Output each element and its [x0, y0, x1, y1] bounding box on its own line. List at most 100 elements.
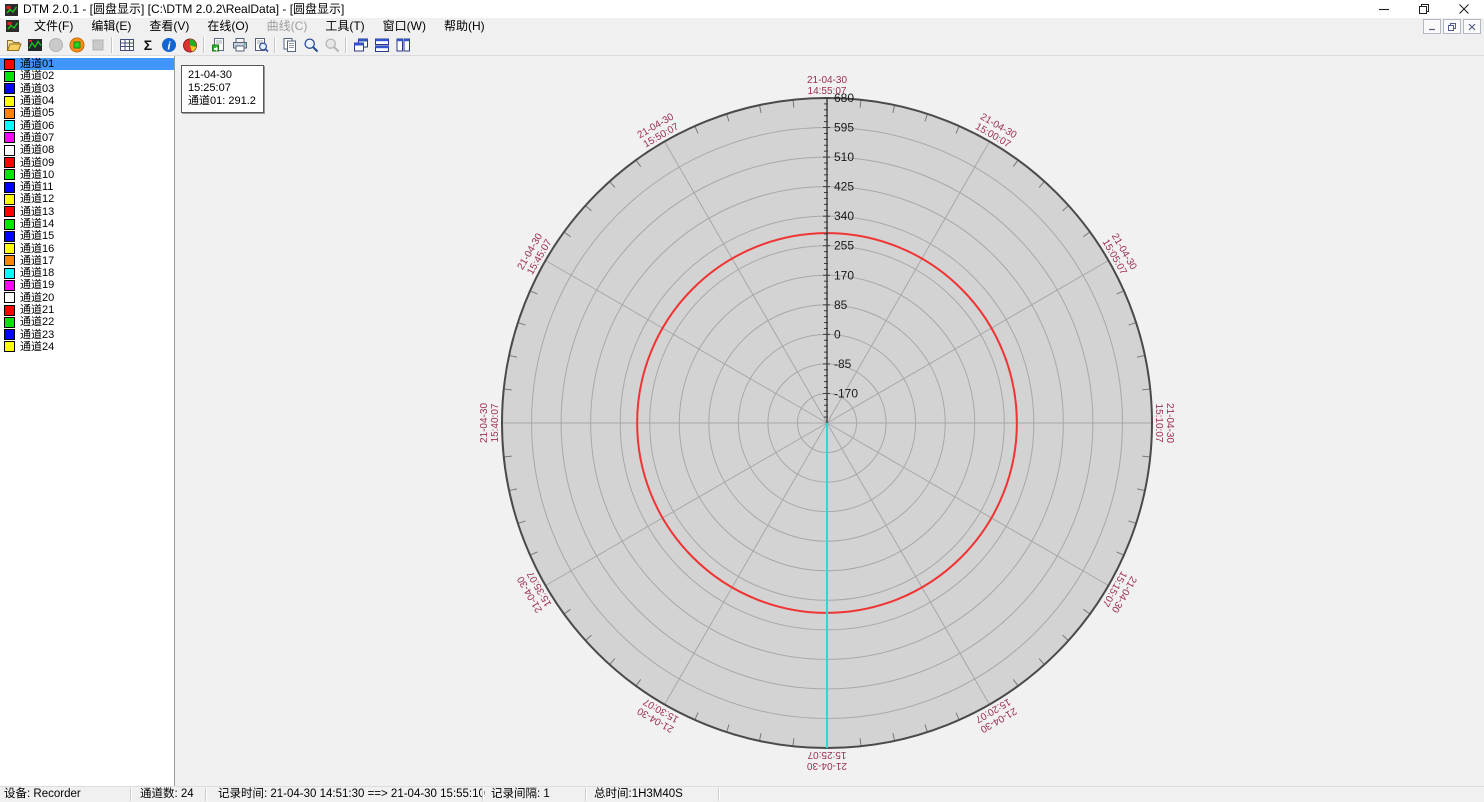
chart-area: -170-8508517025534042551059568021-04-301…	[175, 56, 1484, 787]
statistics-sigma-button[interactable]: Σ	[137, 35, 158, 54]
menu-item-6[interactable]: 工具(T)	[316, 18, 373, 34]
channel-color-swatch	[4, 292, 15, 303]
channel-list-item-19[interactable]: 通道19	[0, 279, 174, 291]
info-button[interactable]: i	[158, 35, 179, 54]
tooltip-time: 15:25:07	[188, 82, 256, 95]
close-button[interactable]	[1444, 0, 1484, 18]
channel-label: 通道04	[20, 95, 54, 107]
channel-list-item-15[interactable]: 通道15	[0, 230, 174, 242]
status-interval: 记录间隔: 1	[491, 787, 550, 802]
channel-label: 通道17	[20, 255, 54, 267]
online-stop-icon	[90, 37, 106, 53]
menu-item-2[interactable]: 编辑(E)	[82, 18, 140, 34]
channel-list-item-22[interactable]: 通道22	[0, 316, 174, 328]
channel-color-swatch	[4, 132, 15, 143]
channel-color-swatch	[4, 206, 15, 217]
channel-list-item-12[interactable]: 通道12	[0, 193, 174, 205]
svg-text:-170: -170	[834, 386, 858, 400]
menu-item-4[interactable]: 在线(O)	[198, 18, 257, 34]
channel-list-item-10[interactable]: 通道10	[0, 169, 174, 181]
channel-color-swatch	[4, 169, 15, 180]
window-tile-vertical-button[interactable]	[392, 35, 413, 54]
channel-label: 通道15	[20, 230, 54, 242]
export-icon	[211, 37, 227, 53]
app-icon	[5, 3, 18, 15]
status-divider	[585, 788, 586, 801]
online-record-button[interactable]	[66, 35, 87, 54]
print-button[interactable]	[229, 35, 250, 54]
window-cascade-icon	[353, 37, 369, 53]
statusbar: 设备: Recorder 通道数: 24 记录时间: 21-04-30 14:5…	[0, 786, 1484, 802]
toolbar-separator	[345, 37, 347, 53]
channel-color-swatch	[4, 83, 15, 94]
restore-button[interactable]	[1404, 0, 1444, 18]
channel-list-item-6[interactable]: 通道06	[0, 119, 174, 131]
main-area: 通道01通道02通道03通道04通道05通道06通道07通道08通道09通道10…	[0, 56, 1484, 787]
channel-list-item-8[interactable]: 通道08	[0, 144, 174, 156]
channel-list-item-24[interactable]: 通道24	[0, 341, 174, 353]
window-cascade-button[interactable]	[350, 35, 371, 54]
channel-list-item-14[interactable]: 通道14	[0, 218, 174, 230]
channel-list-item-11[interactable]: 通道11	[0, 181, 174, 193]
channel-color-swatch	[4, 120, 15, 131]
channel-color-swatch	[4, 231, 15, 242]
channel-list-item-13[interactable]: 通道13	[0, 206, 174, 218]
mdi-restore-icon	[1448, 23, 1456, 31]
open-file-button[interactable]	[3, 35, 24, 54]
menubar: 文件(F)编辑(E)查看(V)在线(O)曲线(C)工具(T)窗口(W)帮助(H)	[0, 18, 1484, 34]
channel-list-item-16[interactable]: 通道16	[0, 242, 174, 254]
channel-list-item-1[interactable]: 通道01	[0, 58, 174, 70]
curve-view-button[interactable]	[24, 35, 45, 54]
channel-list-item-23[interactable]: 通道23	[0, 329, 174, 341]
mdi-close-button[interactable]	[1463, 19, 1481, 34]
info-icon: i	[161, 37, 177, 53]
pie-chart-button[interactable]	[179, 35, 200, 54]
channel-list-item-4[interactable]: 通道04	[0, 95, 174, 107]
polar-chart: -170-8508517025534042551059568021-04-301…	[175, 56, 1483, 787]
channel-list-panel: 通道01通道02通道03通道04通道05通道06通道07通道08通道09通道10…	[0, 56, 175, 787]
mdi-minimize-button[interactable]	[1423, 19, 1441, 34]
channel-label: 通道14	[20, 218, 54, 230]
copy-button[interactable]	[279, 35, 300, 54]
channel-list-item-20[interactable]: 通道20	[0, 292, 174, 304]
export-button[interactable]	[208, 35, 229, 54]
channel-label: 通道18	[20, 267, 54, 279]
data-table-button[interactable]	[116, 35, 137, 54]
window-controls	[1364, 0, 1484, 18]
zoom-in-button[interactable]	[300, 35, 321, 54]
mdi-restore-button[interactable]	[1443, 19, 1461, 34]
data-table-icon	[119, 37, 135, 53]
menu-item-3[interactable]: 查看(V)	[140, 18, 198, 34]
channel-list-item-17[interactable]: 通道17	[0, 255, 174, 267]
channel-list-item-3[interactable]: 通道03	[0, 83, 174, 95]
channel-label: 通道01	[20, 58, 54, 70]
channel-list-item-9[interactable]: 通道09	[0, 156, 174, 168]
svg-text:170: 170	[834, 268, 854, 282]
menu-item-5: 曲线(C)	[258, 18, 317, 34]
channel-label: 通道02	[20, 70, 54, 82]
channel-list-item-5[interactable]: 通道05	[0, 107, 174, 119]
minimize-button[interactable]	[1364, 0, 1404, 18]
print-icon	[232, 37, 248, 53]
menu-item-1[interactable]: 文件(F)	[25, 18, 82, 34]
channel-label: 通道13	[20, 206, 54, 218]
menu-item-8[interactable]: 帮助(H)	[435, 18, 494, 34]
svg-text:Σ: Σ	[143, 37, 151, 53]
menu-item-7[interactable]: 窗口(W)	[374, 18, 435, 34]
status-total-time: 总时间:1H3M40S	[594, 787, 683, 802]
window-tile-horizontal-button[interactable]	[371, 35, 392, 54]
time-label: 21-04-3015:25:07	[807, 749, 847, 771]
channel-color-swatch	[4, 329, 15, 340]
channel-list-item-18[interactable]: 通道18	[0, 267, 174, 279]
open-file-icon	[6, 37, 22, 53]
channel-list-item-2[interactable]: 通道02	[0, 70, 174, 82]
channel-color-swatch	[4, 219, 15, 230]
toolbar: Σi	[0, 34, 1484, 56]
status-divider	[205, 788, 206, 801]
channel-label: 通道16	[20, 243, 54, 255]
tooltip-value: 通道01: 291.2	[188, 95, 256, 108]
channel-list-item-7[interactable]: 通道07	[0, 132, 174, 144]
print-preview-button[interactable]	[250, 35, 271, 54]
channel-label: 通道12	[20, 193, 54, 205]
channel-list-item-21[interactable]: 通道21	[0, 304, 174, 316]
